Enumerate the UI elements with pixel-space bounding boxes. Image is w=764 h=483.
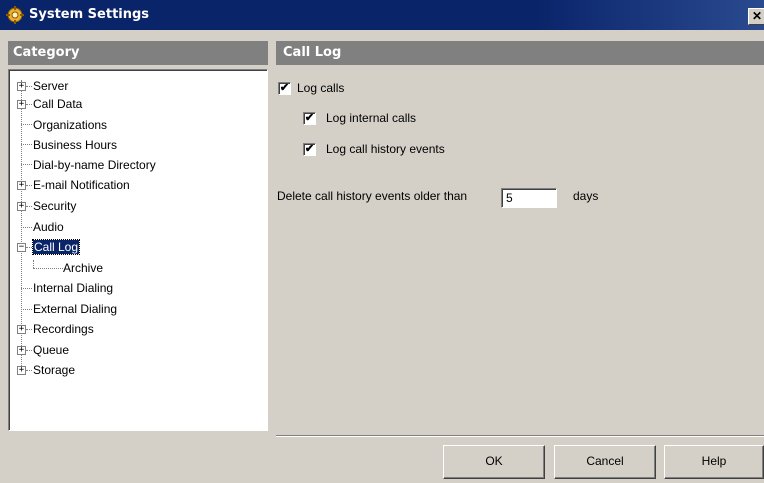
collapse-icon[interactable]: −: [17, 243, 26, 252]
tree-item-e-mail-notification[interactable]: E-mail Notification: [33, 176, 130, 194]
tree-item-call-data[interactable]: Call Data: [33, 95, 82, 113]
panel-header: Call Log: [276, 41, 764, 65]
tree-item-dial-by-name-directory[interactable]: Dial-by-name Directory: [33, 156, 156, 174]
title-bar: System Settings ✕: [0, 0, 764, 30]
expand-icon[interactable]: +: [17, 366, 26, 375]
tree-item-security[interactable]: Security: [33, 197, 76, 215]
tree-item-external-dialing[interactable]: External Dialing: [33, 300, 117, 318]
tree-connector: [33, 260, 34, 268]
expand-icon[interactable]: +: [17, 202, 26, 211]
tree-item-organizations[interactable]: Organizations: [33, 116, 107, 134]
button-separator: [276, 435, 764, 437]
expand-icon[interactable]: +: [17, 100, 26, 109]
expand-icon[interactable]: +: [17, 181, 26, 190]
window-title: System Settings: [29, 7, 150, 22]
tree-item-queue[interactable]: Queue: [33, 341, 69, 359]
log-calls-label[interactable]: Log calls: [297, 81, 344, 95]
help-button[interactable]: Help: [664, 445, 764, 479]
expand-icon[interactable]: +: [17, 325, 26, 334]
tree-item-audio[interactable]: Audio: [33, 218, 64, 236]
log-internal-calls-checkbox[interactable]: ✔: [303, 112, 316, 125]
log-internal-calls-label[interactable]: Log internal calls: [326, 111, 416, 125]
log-call-history-events-checkbox[interactable]: ✔: [303, 143, 316, 156]
expand-icon[interactable]: +: [17, 346, 26, 355]
tree-item-internal-dialing[interactable]: Internal Dialing: [33, 279, 113, 297]
tree-item-storage[interactable]: Storage: [33, 361, 75, 379]
tree-item-archive[interactable]: Archive: [63, 259, 103, 277]
ok-button[interactable]: OK: [443, 445, 545, 479]
check-icon: ✔: [279, 82, 290, 94]
category-header: Category: [8, 41, 268, 65]
tree-item-recordings[interactable]: Recordings: [33, 320, 94, 338]
close-icon: ✕: [751, 9, 763, 23]
days-input[interactable]: 5: [501, 188, 557, 208]
check-icon: ✔: [304, 112, 315, 124]
days-unit-label: days: [573, 189, 599, 203]
tree-item-business-hours[interactable]: Business Hours: [33, 136, 117, 154]
expand-icon[interactable]: +: [17, 82, 26, 91]
log-calls-checkbox[interactable]: ✔: [278, 82, 291, 95]
tree-item-call-log[interactable]: Call Log: [31, 238, 81, 256]
tree-item-server[interactable]: Server: [33, 77, 68, 95]
settings-gear-icon: [6, 6, 24, 24]
delete-history-label: Delete call history events older than: [277, 189, 468, 203]
check-icon: ✔: [304, 143, 315, 155]
category-tree[interactable]: + Server + Call Data Organizations Busin…: [8, 69, 268, 431]
log-call-history-events-label[interactable]: Log call history events: [326, 142, 445, 156]
close-button[interactable]: ✕: [748, 8, 764, 25]
cancel-button[interactable]: Cancel: [554, 445, 656, 479]
